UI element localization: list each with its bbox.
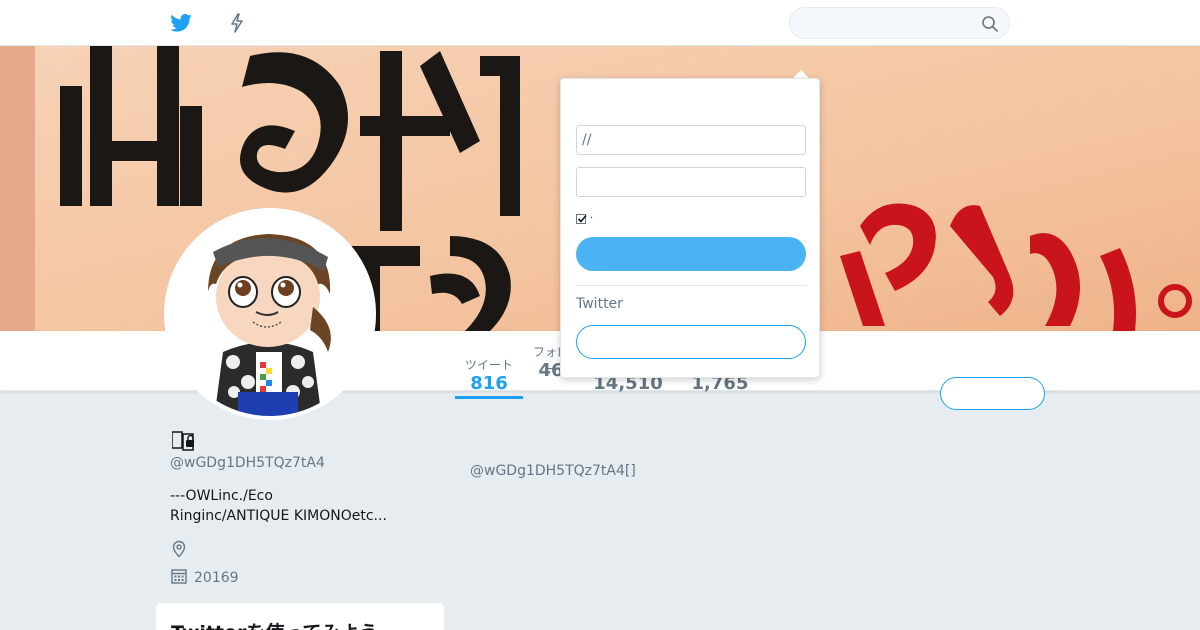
login-dropdown: · Twitter — [560, 78, 820, 378]
getting-started-card: Twitterを使ってみよう — [156, 603, 444, 630]
remember-checkbox[interactable] — [576, 213, 587, 224]
stat-tweets[interactable]: ツイート 816 — [455, 356, 523, 399]
lock-icon — [171, 429, 195, 456]
profile-handle[interactable]: @wGDg1DH5TQz7tA4 — [170, 455, 325, 471]
profile-joined: 20169 — [170, 567, 239, 589]
search-box[interactable] — [789, 7, 1010, 39]
username-field[interactable] — [576, 125, 806, 155]
search-icon[interactable] — [981, 15, 999, 33]
signup-button[interactable] — [576, 325, 806, 359]
signup-prompt: Twitter — [576, 296, 623, 312]
location-pin-icon — [170, 540, 188, 562]
profile-location — [170, 540, 188, 562]
login-button[interactable] — [576, 237, 806, 271]
divider — [576, 285, 806, 286]
remember-me[interactable]: · — [576, 213, 593, 224]
calendar-icon — [170, 567, 188, 589]
card-title: Twitterを使ってみよう — [171, 618, 378, 630]
search-input[interactable] — [802, 14, 972, 32]
joined-date: 20169 — [194, 570, 239, 586]
twitter-bird-icon[interactable] — [169, 11, 193, 35]
protected-subtitle: @wGDg1DH5TQz7tA4[] — [470, 463, 636, 479]
lightning-icon[interactable] — [225, 11, 249, 35]
stat-label: ツイート — [464, 358, 513, 372]
remember-label: · — [590, 213, 594, 224]
profile-name — [170, 429, 195, 456]
password-field[interactable] — [576, 167, 806, 197]
stat-value: 816 — [470, 373, 508, 394]
bio-line: ---OWLinc./Eco — [170, 488, 273, 504]
profile-bio: ---OWLinc./Eco Ringinc/ANTIQUE KIMONOetc… — [170, 486, 430, 526]
avatar[interactable] — [164, 208, 376, 420]
bio-line: Ringinc/ANTIQUE KIMONOetc... — [170, 508, 387, 524]
follow-button[interactable] — [940, 377, 1045, 410]
top-navigation-bar — [0, 0, 1200, 46]
